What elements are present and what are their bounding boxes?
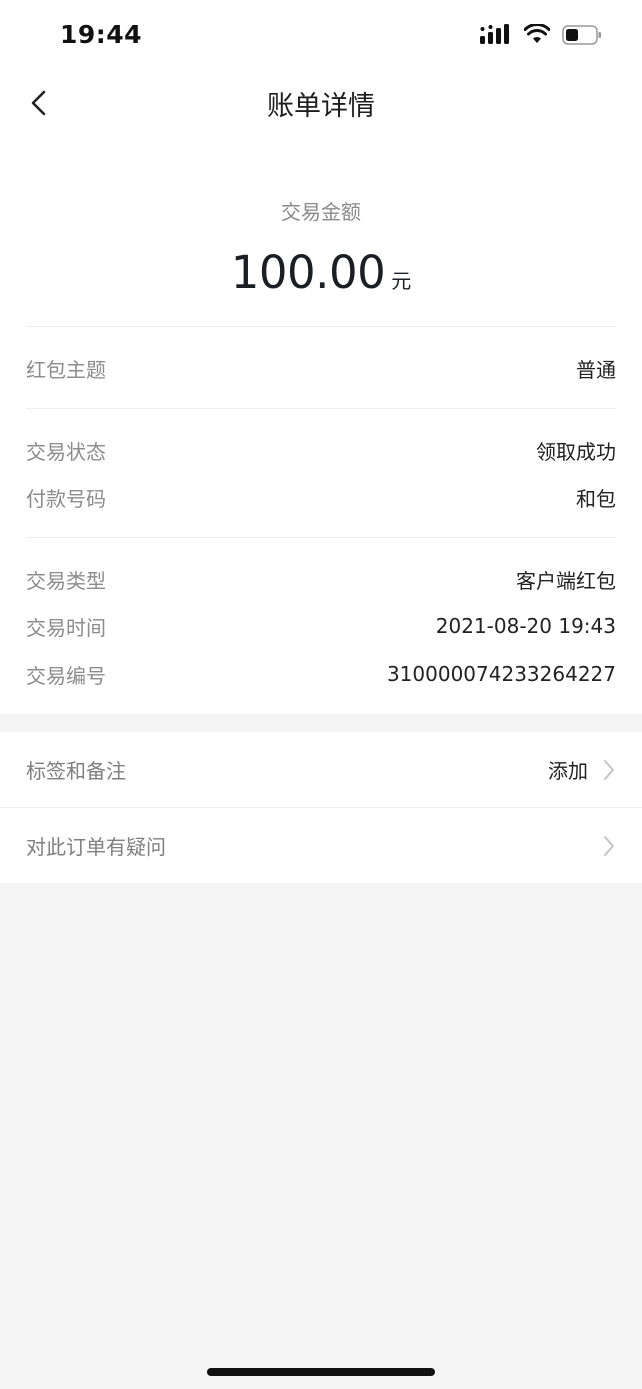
detail-value: 普通 [576, 357, 616, 382]
nav-bar: 账单详情 [0, 70, 642, 136]
wifi-icon [524, 24, 550, 43]
order-question-right [602, 834, 616, 858]
detail-value: 领取成功 [536, 439, 616, 464]
detail-label: 交易编号 [26, 663, 106, 688]
detail-row-theme: 红包主题 普通 [26, 350, 616, 386]
detail-value: 客户端红包 [516, 568, 616, 593]
chevron-right-icon [604, 759, 614, 780]
detail-label: 交易时间 [26, 615, 106, 640]
divider [26, 537, 616, 538]
detail-label: 交易类型 [26, 568, 106, 593]
detail-row-number: 交易编号 310000074233264227 [26, 656, 616, 692]
detail-value: 310000074233264227 [386, 662, 616, 686]
home-indicator[interactable] [207, 1368, 435, 1376]
amount-label: 交易金额 [281, 200, 361, 224]
status-icons [480, 24, 602, 46]
detail-row-time: 交易时间 2021-08-20 19:43 [26, 608, 616, 644]
page-title: 账单详情 [267, 91, 375, 122]
tags-notes-right: 添加 [548, 755, 616, 784]
tags-notes-label: 标签和备注 [26, 759, 126, 783]
detail-value: 2021-08-20 19:43 [435, 614, 616, 638]
detail-row-type: 交易类型 客户端红包 [26, 561, 616, 597]
detail-label: 红包主题 [26, 357, 106, 382]
add-tag-button[interactable]: 添加 [548, 755, 588, 784]
amount-display: 100.00 元 [0, 246, 642, 299]
battery-icon [562, 25, 601, 45]
detail-label: 交易状态 [26, 439, 106, 464]
actions-card: 标签和备注 添加 对此订单有疑问 [0, 732, 642, 883]
detail-label: 付款号码 [26, 486, 106, 511]
amount-unit: 元 [391, 269, 412, 293]
divider [26, 408, 616, 409]
chevron-right-icon [604, 835, 614, 856]
order-question-label: 对此订单有疑问 [26, 835, 166, 859]
tags-notes-row[interactable]: 标签和备注 添加 [0, 732, 642, 807]
amount-value: 100.00 [230, 246, 386, 299]
cellular-signal-icon [480, 24, 509, 44]
status-bar: 19:44 [0, 0, 642, 70]
detail-row-payment: 付款号码 和包 [26, 479, 616, 515]
divider [26, 326, 616, 327]
status-time: 19:44 [60, 20, 143, 49]
detail-value: 和包 [576, 486, 616, 511]
order-question-row[interactable]: 对此订单有疑问 [0, 808, 642, 883]
detail-row-status: 交易状态 领取成功 [26, 432, 616, 468]
